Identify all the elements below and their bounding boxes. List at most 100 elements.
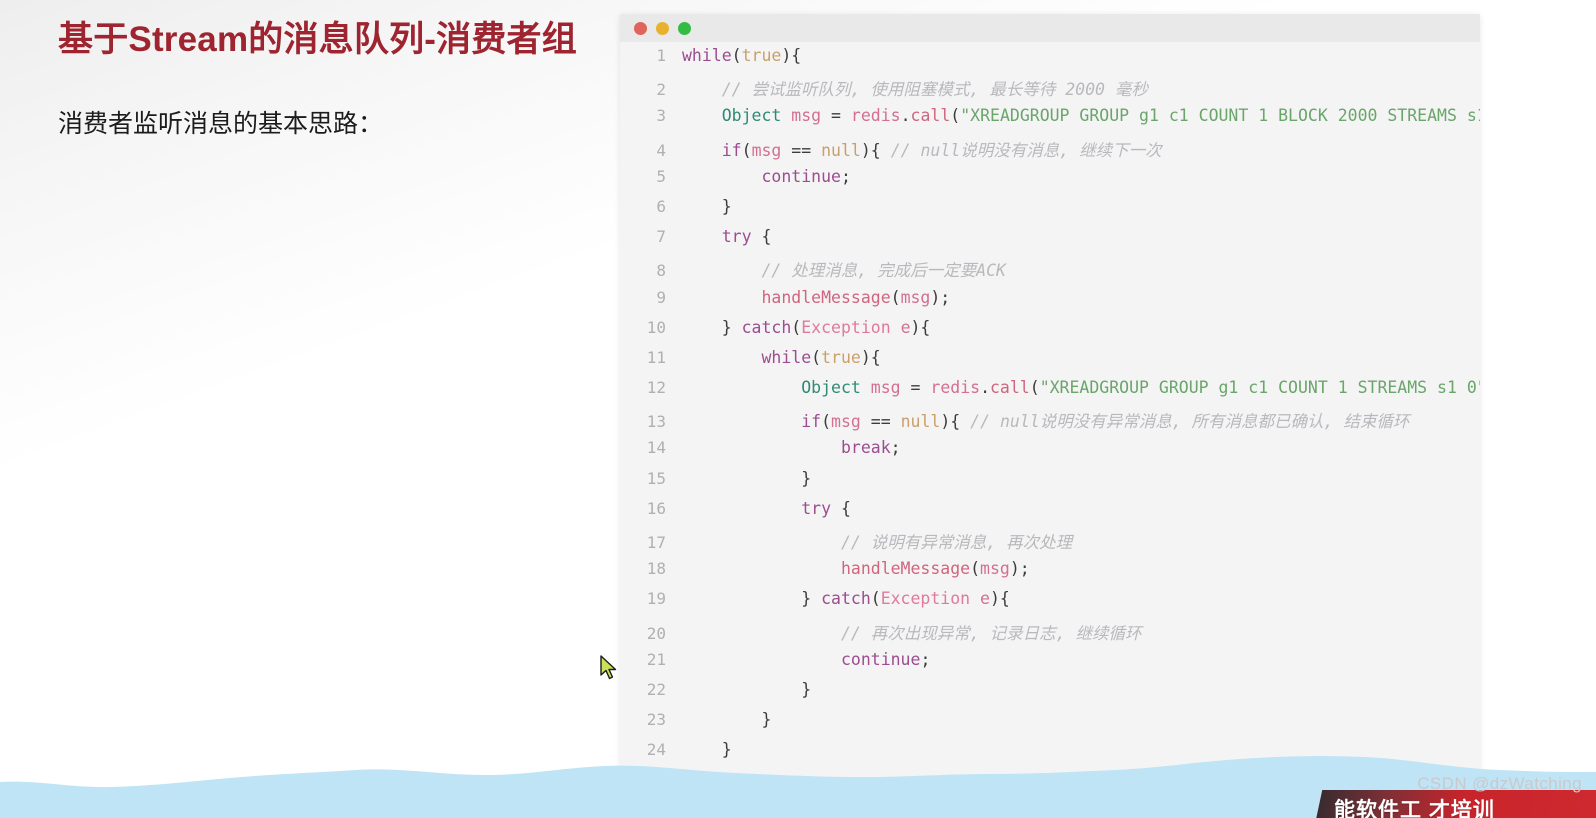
code-line-text: } catch(Exception e){ bbox=[682, 589, 1010, 608]
code-editor-body[interactable]: 1 while(true){ 2 // 尝试监听队列, 使用阻塞模式, 最长等待 2… bbox=[620, 42, 1480, 818]
code-line: 17 // 说明有异常消息, 再次处理 bbox=[620, 529, 1480, 559]
line-number: 8 bbox=[656, 261, 666, 281]
code-token-pun: ( bbox=[1029, 378, 1040, 398]
code-token-pun: ); bbox=[1009, 559, 1030, 579]
code-line: 23 } bbox=[620, 710, 1480, 740]
line-number: 17 bbox=[646, 533, 666, 552]
slide-body-text: 消费者监听消息的基本思路： bbox=[58, 110, 384, 138]
code-token-cmt: // null说明没有异常消息, 所有消息都已确认, 结束循环 bbox=[970, 412, 1410, 432]
code-line: 12 Object msg = redis.call("XREADGROUP G… bbox=[620, 378, 1480, 408]
code-line: 24 } bbox=[620, 740, 1480, 770]
line-number: 7 bbox=[656, 227, 666, 247]
code-token-pun: } bbox=[682, 770, 692, 790]
code-line: 9 handleMessage(msg); bbox=[620, 288, 1480, 318]
code-token-pun: ); bbox=[930, 287, 951, 307]
banner-text: 能软件工 才培训 bbox=[1334, 799, 1495, 818]
line-number: 23 bbox=[646, 710, 666, 730]
code-line: 19 } catch(Exception e){ bbox=[620, 589, 1480, 619]
code-token-pun: } bbox=[682, 679, 812, 699]
code-line: 7 try { bbox=[620, 227, 1480, 257]
code-token-kw: break bbox=[840, 438, 891, 458]
line-number: 25 bbox=[646, 770, 666, 790]
code-line: 20 // 再次出现异常, 记录日志, 继续循环 bbox=[620, 620, 1480, 650]
code-token-pun: == bbox=[781, 140, 822, 160]
code-token-pun bbox=[682, 624, 841, 643]
line-number: 15 bbox=[646, 468, 666, 488]
line-number: 9 bbox=[656, 287, 666, 307]
code-token-kw: try bbox=[721, 227, 752, 247]
code-token-cmt: // 说明有异常消息, 再次处理 bbox=[840, 533, 1073, 552]
code-token-pun: { bbox=[831, 498, 851, 518]
code-line-text: } catch(Exception e){ bbox=[682, 317, 931, 337]
line-number: 2 bbox=[656, 80, 666, 100]
code-token-str: "XREADGROUP GROUP g1 c1 COUNT 1 STREAMS … bbox=[1039, 378, 1480, 398]
code-line-text: } bbox=[682, 740, 732, 759]
code-token-pun: ; bbox=[890, 438, 901, 458]
code-token-cls: Exception bbox=[880, 589, 971, 609]
code-token-kw: if bbox=[801, 412, 822, 432]
code-line-text: handleMessage(msg); bbox=[682, 288, 950, 307]
code-line: 18 handleMessage(msg); bbox=[620, 559, 1480, 589]
code-line-text: } bbox=[682, 469, 811, 488]
code-token-var: msg bbox=[751, 140, 782, 160]
line-number: 1 bbox=[656, 46, 666, 65]
code-line-text: break; bbox=[682, 438, 901, 457]
close-icon[interactable] bbox=[634, 21, 647, 35]
code-token-fn: call bbox=[910, 106, 951, 126]
code-token-pun: } bbox=[682, 196, 732, 216]
code-window-titlebar bbox=[620, 14, 1480, 42]
code-line: 15 } bbox=[620, 469, 1480, 499]
code-token-pun: . bbox=[980, 378, 990, 398]
code-line-text: while(true){ bbox=[682, 46, 801, 65]
code-token-pun bbox=[682, 499, 801, 518]
code-token-pun bbox=[682, 288, 761, 307]
code-token-pun: ){ bbox=[860, 347, 881, 367]
code-token-lit: null bbox=[821, 140, 861, 160]
code-token-fn: call bbox=[990, 378, 1030, 398]
code-token-pun bbox=[682, 412, 801, 431]
maximize-icon[interactable] bbox=[678, 21, 691, 35]
code-token-kw: if bbox=[721, 140, 742, 160]
code-token-var: msg bbox=[980, 559, 1010, 579]
code-line-text: Object msg = redis.call("XREADGROUP GROU… bbox=[682, 378, 1480, 397]
code-line-text: } bbox=[682, 710, 771, 729]
csdn-watermark: CSDN @dzWatching bbox=[1417, 774, 1582, 793]
line-number: 11 bbox=[646, 347, 666, 367]
line-number: 14 bbox=[646, 438, 666, 458]
code-token-kw: catch bbox=[741, 317, 792, 337]
code-line: 13 if(msg == null){ // null说明没有异常消息, 所有消… bbox=[620, 408, 1480, 438]
code-token-kw: continue bbox=[761, 166, 841, 186]
code-line-text: Object msg = redis.call("XREADGROUP GROU… bbox=[682, 106, 1480, 125]
code-line-text: // 说明有异常消息, 再次处理 bbox=[682, 529, 1072, 553]
minimize-icon[interactable] bbox=[656, 21, 669, 35]
code-token-cmt: // null说明没有消息, 继续下一次 bbox=[890, 140, 1162, 160]
code-token-pun: } bbox=[682, 740, 732, 760]
code-line-text: handleMessage(msg); bbox=[682, 559, 1030, 578]
code-token-pun: ( bbox=[870, 589, 881, 609]
code-line: 6 } bbox=[620, 197, 1480, 227]
code-line: 11 while(true){ bbox=[620, 348, 1480, 378]
line-number: 13 bbox=[646, 412, 666, 432]
code-token-pun: ){ bbox=[860, 140, 891, 160]
code-line: 22 } bbox=[620, 680, 1480, 710]
code-token-pun: ( bbox=[950, 106, 961, 126]
line-number: 20 bbox=[646, 623, 666, 643]
code-token-fn: handleMessage bbox=[761, 287, 891, 307]
code-token-pun: ){ bbox=[940, 412, 971, 432]
code-token-var: e bbox=[980, 589, 990, 609]
code-token-pun bbox=[970, 589, 980, 608]
code-line-text: try { bbox=[682, 227, 772, 247]
code-token-type: Object bbox=[801, 378, 861, 398]
code-line: 8 // 处理消息, 完成后一定要ACK bbox=[620, 257, 1480, 287]
code-token-pun: = bbox=[900, 378, 931, 398]
code-token-pun: ){ bbox=[910, 317, 931, 337]
code-line: 3 Object msg = redis.call("XREADGROUP GR… bbox=[620, 106, 1480, 136]
line-number: 6 bbox=[656, 196, 666, 216]
code-token-pun: ( bbox=[741, 140, 752, 160]
code-line: 16 try { bbox=[620, 499, 1480, 529]
code-token-pun: ( bbox=[890, 287, 901, 307]
code-line-text: // 尝试监听队列, 使用阻塞模式, 最长等待 2000 毫秒 bbox=[682, 76, 1148, 100]
code-token-pun: { bbox=[751, 227, 772, 247]
code-token-pun bbox=[682, 227, 722, 246]
line-number: 10 bbox=[646, 317, 666, 337]
